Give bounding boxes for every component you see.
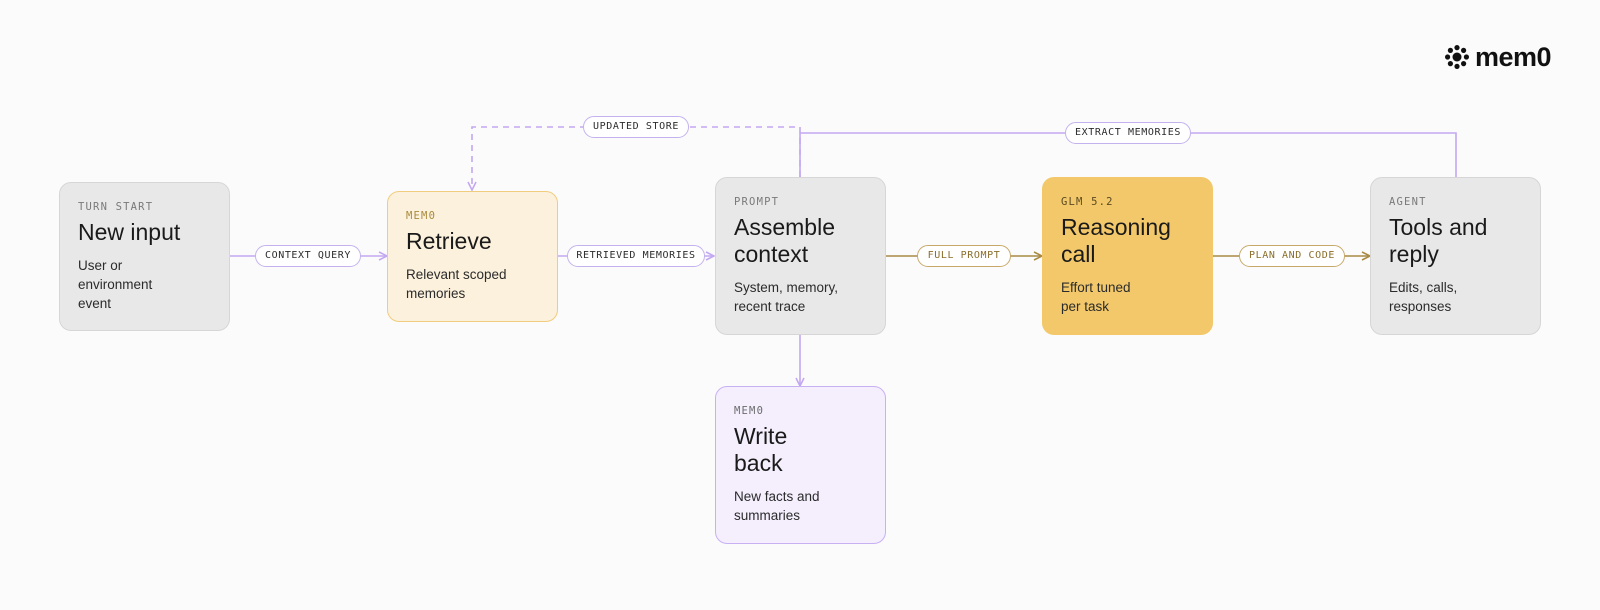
node-desc: System, memory, recent trace [734,280,839,314]
node-desc: Effort tuned per task [1061,280,1131,314]
node-tools-and-reply: AGENT Tools and reply Edits, calls, resp… [1370,177,1541,335]
node-assemble-context: PROMPT Assemble context System, memory, … [715,177,886,335]
node-title: Write back [734,423,788,476]
node-desc: New facts and summaries [734,489,820,523]
flower-icon [1445,45,1469,69]
node-tag: MEM0 [734,405,765,417]
mem0-logo: mem0 [1444,41,1552,72]
node-title: New input [78,219,181,245]
node-title: Reasoning call [1061,214,1171,267]
node-tag: GLM 5.2 [1061,196,1114,208]
node-desc: Relevant scoped memories [406,267,507,301]
node-tag: MEM0 [406,210,437,222]
node-title: Retrieve [406,228,492,254]
node-title: Assemble context [734,214,835,267]
edge-label-plan-and-code: PLAN AND CODE [1239,245,1345,267]
edge-label-extract-memories: EXTRACT MEMORIES [1065,122,1191,144]
node-new-input: TURN START New input User or environment… [59,182,230,331]
edge-label-updated-store: UPDATED STORE [583,116,689,138]
node-tag: PROMPT [734,196,780,208]
node-write-back: MEM0 Write back New facts and summaries [715,386,886,544]
edge-label-context-query: CONTEXT QUERY [255,245,361,267]
edge-label-retrieved-memories: RETRIEVED MEMORIES [567,245,705,267]
edge-label-full-prompt: FULL PROMPT [917,245,1011,267]
node-desc: Edits, calls, responses [1389,280,1458,314]
node-retrieve: MEM0 Retrieve Relevant scoped memories [387,191,558,322]
node-title: Tools and reply [1389,214,1488,267]
brand-name: mem0 [1475,41,1552,72]
node-tag: AGENT [1389,196,1427,208]
node-desc: User or environment event [78,258,153,311]
node-tag: TURN START [78,201,154,213]
node-reasoning-call: GLM 5.2 Reasoning call Effort tuned per … [1042,177,1213,335]
